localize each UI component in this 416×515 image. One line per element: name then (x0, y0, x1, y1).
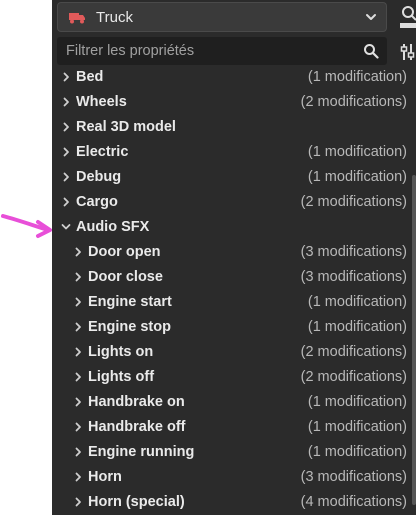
tree-group[interactable]: Debug (1 modification) (52, 164, 416, 189)
chevron-down-icon[interactable] (61, 222, 71, 232)
chevron-right-icon[interactable] (61, 172, 71, 182)
modification-count: (2 modifications) (300, 343, 407, 360)
tree-group[interactable]: Cargo (2 modifications) (52, 189, 416, 214)
chevron-right-icon[interactable] (73, 297, 83, 307)
scrollbar[interactable] (412, 175, 416, 505)
tree-subgroup[interactable]: Door open (3 modifications) (52, 239, 416, 264)
modification-count: (1 modification) (307, 68, 407, 85)
modification-count: (2 modifications) (300, 368, 407, 385)
chevron-right-icon[interactable] (73, 422, 83, 432)
tree-item-label: Wheels (76, 93, 127, 110)
chevron-right-icon[interactable] (61, 147, 71, 157)
tree-item-label: Bed (76, 68, 104, 85)
tree-item-label: Engine start (88, 293, 172, 310)
modification-count: (1 modification) (307, 443, 407, 460)
selected-object-label: Truck (96, 8, 133, 26)
chevron-down-icon[interactable] (364, 10, 378, 24)
property-tree: Bed (1 modification) Wheels (2 modification… (52, 64, 416, 514)
tree-item-label: Horn (special) (88, 493, 185, 510)
modification-count: (3 modifications) (300, 268, 407, 285)
tree-group[interactable]: Wheels (2 modifications) (52, 89, 416, 114)
chevron-right-icon[interactable] (73, 497, 83, 507)
modification-count: (3 modifications) (300, 468, 407, 485)
chevron-right-icon[interactable] (73, 472, 83, 482)
chevron-right-icon[interactable] (73, 447, 83, 457)
filter-icon[interactable] (400, 42, 416, 62)
tree-subgroup[interactable]: Engine running (1 modification) (52, 439, 416, 464)
chevron-right-icon[interactable] (73, 272, 83, 282)
tree-item-label: Electric (76, 143, 129, 160)
modification-count: (1 modification) (307, 143, 407, 160)
chevron-right-icon[interactable] (73, 322, 83, 332)
chevron-right-icon[interactable] (61, 97, 71, 107)
tree-item-label: Handbrake on (88, 393, 185, 410)
tree-item-label: Cargo (76, 193, 118, 210)
tree-group[interactable]: Audio SFX (52, 214, 416, 239)
tree-subgroup[interactable]: Lights on (2 modifications) (52, 339, 416, 364)
chevron-right-icon[interactable] (73, 397, 83, 407)
modification-count: (1 modification) (307, 293, 407, 310)
tree-subgroup[interactable]: Horn (3 modifications) (52, 464, 416, 489)
dock-icon[interactable] (398, 4, 416, 30)
tree-group[interactable]: Electric (1 modification) (52, 139, 416, 164)
tree-group[interactable]: Bed (1 modification) (52, 64, 416, 89)
chevron-right-icon[interactable] (73, 372, 83, 382)
modification-count: (4 modifications) (300, 493, 407, 510)
tree-group[interactable]: Real 3D model (52, 114, 416, 139)
tree-item-label: Audio SFX (76, 218, 150, 235)
object-selector[interactable]: Truck (57, 2, 387, 32)
modification-count: (3 modifications) (300, 243, 407, 260)
tree-item-label: Engine stop (88, 318, 171, 335)
search-icon[interactable] (363, 43, 379, 59)
modification-count: (2 modifications) (300, 93, 407, 110)
tree-item-label: Horn (88, 468, 122, 485)
tree-item-label: Lights on (88, 343, 154, 360)
tree-item-label: Real 3D model (76, 118, 176, 135)
chevron-right-icon[interactable] (61, 72, 71, 82)
chevron-right-icon[interactable] (61, 197, 71, 207)
chevron-right-icon[interactable] (73, 247, 83, 257)
modification-count: (1 modification) (307, 418, 407, 435)
chevron-right-icon[interactable] (73, 347, 83, 357)
tree-subgroup[interactable]: Lights off (2 modifications) (52, 364, 416, 389)
tree-subgroup[interactable]: Horn (special) (4 modifications) (52, 489, 416, 514)
modification-count: (1 modification) (307, 318, 407, 335)
tree-item-label: Door open (88, 243, 161, 260)
tree-item-label: Debug (76, 168, 122, 185)
truck-icon (68, 10, 86, 24)
tree-subgroup[interactable]: Engine start (1 modification) (52, 289, 416, 314)
tree-subgroup[interactable]: Engine stop (1 modification) (52, 314, 416, 339)
properties-panel: Truck Bed (1 modification) Wheels (2 modifi… (52, 0, 416, 515)
tree-item-label: Handbrake off (88, 418, 186, 435)
tree-subgroup[interactable]: Handbrake off (1 modification) (52, 414, 416, 439)
tree-subgroup[interactable]: Handbrake on (1 modification) (52, 389, 416, 414)
modification-count: (1 modification) (307, 393, 407, 410)
search-field[interactable] (57, 37, 387, 65)
search-input[interactable] (66, 43, 346, 59)
annotation-arrow-icon (1, 214, 52, 238)
modification-count: (1 modification) (307, 168, 407, 185)
tree-item-label: Lights off (88, 368, 155, 385)
tree-item-label: Engine running (88, 443, 195, 460)
tree-item-label: Door close (88, 268, 163, 285)
tree-subgroup[interactable]: Door close (3 modifications) (52, 264, 416, 289)
modification-count: (2 modifications) (300, 193, 407, 210)
chevron-right-icon[interactable] (61, 122, 71, 132)
